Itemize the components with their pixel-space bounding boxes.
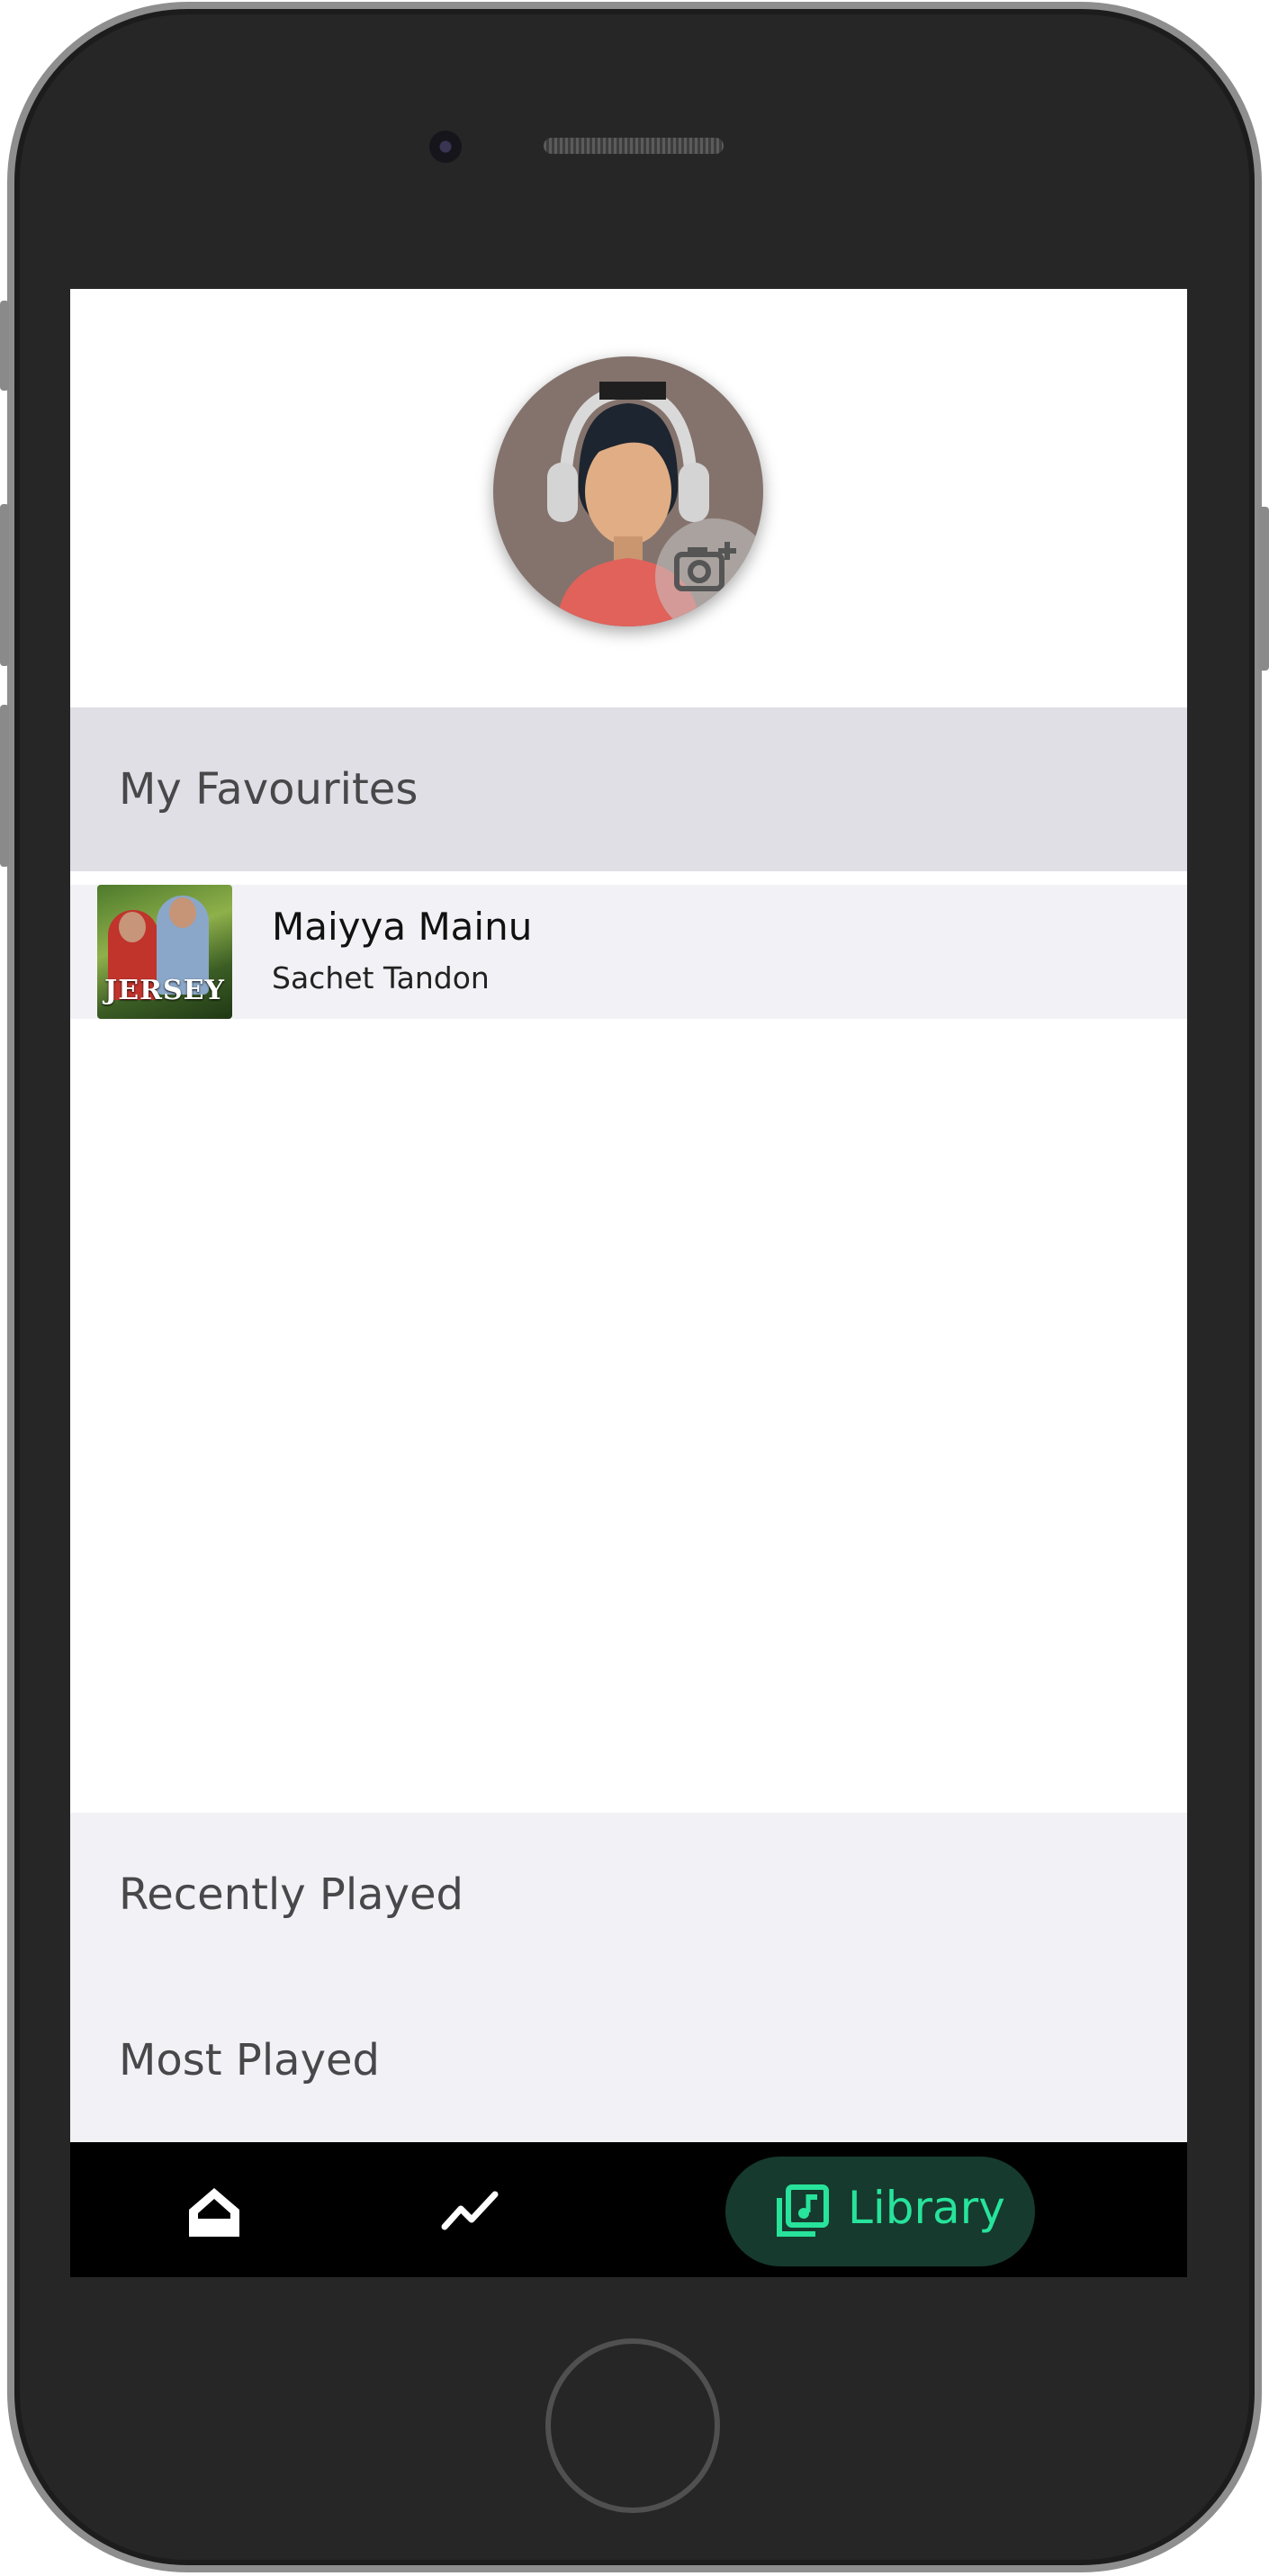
nav-trending[interactable] [441, 2185, 499, 2236]
song-title: Maiyya Mainu [272, 905, 533, 949]
song-row[interactable]: JERSEY Maiyya Mainu Sachet Tandon [70, 885, 1187, 1019]
album-art-face [119, 912, 146, 942]
trending-icon [441, 2191, 499, 2230]
home-icon [189, 2188, 239, 2237]
nav-library[interactable]: Library [725, 2157, 1035, 2266]
profile-avatar[interactable] [493, 356, 763, 626]
bottom-nav: Library [70, 2142, 1187, 2277]
home-button[interactable] [545, 2338, 720, 2513]
app-screen: My Favourites JERSEY Maiyya Mainu Sachet… [70, 289, 1187, 2277]
power-button [1258, 507, 1269, 671]
album-art-title: JERSEY [104, 975, 225, 1006]
album-art-face [169, 897, 196, 928]
song-artist: Sachet Tandon [272, 960, 490, 995]
favourites-header[interactable]: My Favourites [70, 707, 1187, 871]
most-played-header[interactable]: Most Played [70, 1978, 1187, 2142]
volume-up-button [0, 504, 9, 666]
front-camera [429, 131, 462, 163]
add-photo-icon [674, 542, 736, 591]
album-art: JERSEY [97, 885, 232, 1019]
earpiece-speaker [544, 138, 724, 154]
nav-library-label: Library [848, 2182, 1005, 2234]
mute-switch [0, 301, 9, 391]
recently-played-header[interactable]: Recently Played [70, 1813, 1187, 1977]
nav-home[interactable] [185, 2183, 243, 2240]
library-music-icon [777, 2184, 829, 2237]
volume-down-button [0, 705, 9, 867]
